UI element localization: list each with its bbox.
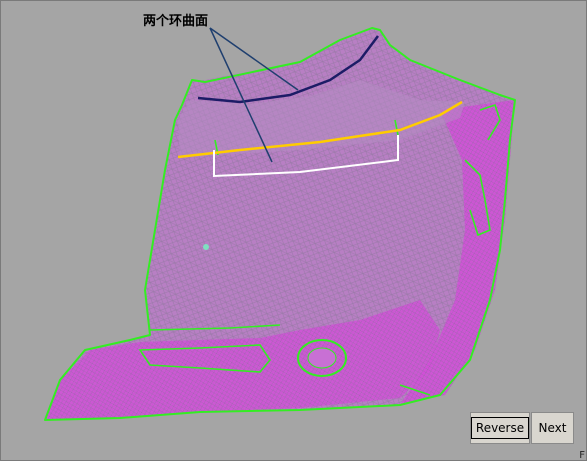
reverse-button-label: Reverse [470,417,530,439]
mesh-scene[interactable] [0,0,587,461]
reverse-button[interactable]: Reverse [470,412,530,444]
corner-mark: F [579,450,585,461]
next-button[interactable]: Next [531,412,574,444]
marker-point [203,244,209,250]
annotation-label: 两个环曲面 [143,14,209,29]
3d-viewport[interactable]: 两个环曲面 Reverse Next F [0,0,587,461]
